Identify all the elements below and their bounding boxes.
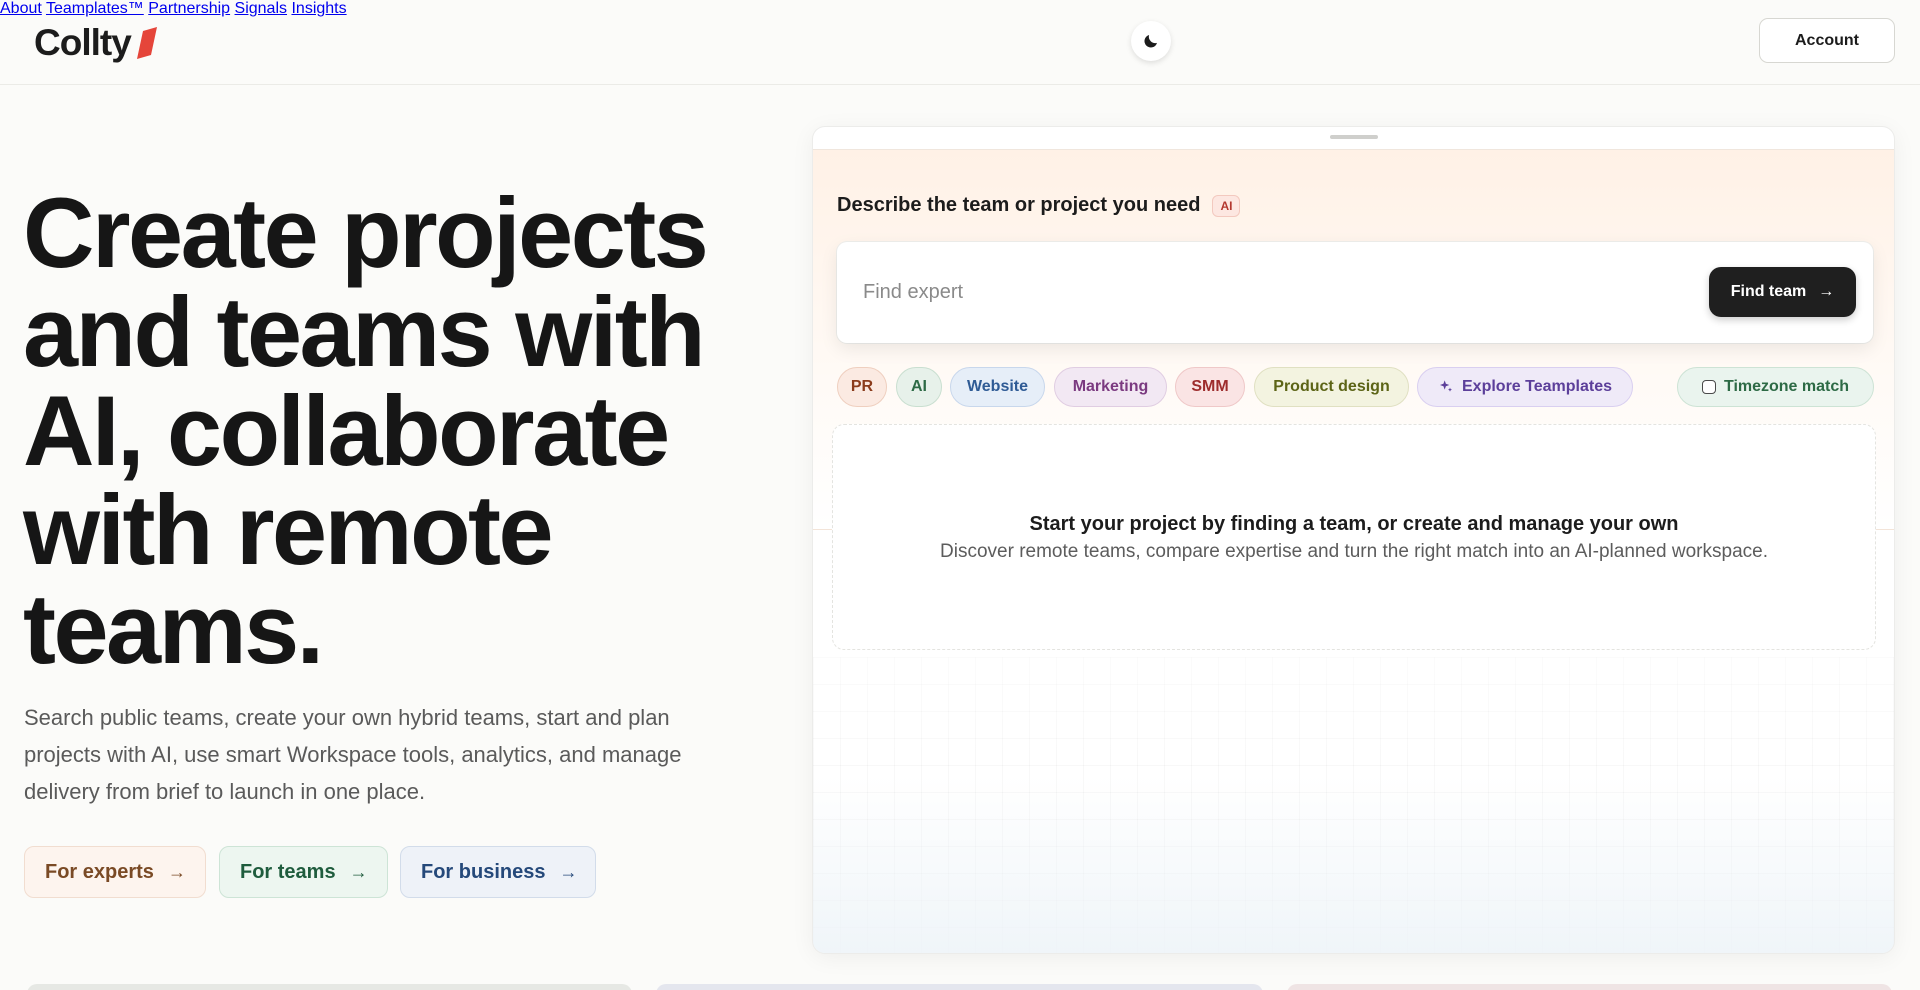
for-teams-label: For teams [240, 860, 336, 883]
chip-product-design[interactable]: Product design [1254, 367, 1409, 407]
chip-ai[interactable]: AI [896, 367, 942, 407]
timezone-checkbox[interactable] [1701, 380, 1716, 394]
chip-pr[interactable]: PR [837, 367, 887, 407]
empty-state-card: Start your project by finding a team, or… [832, 424, 1876, 650]
for-business-button[interactable]: For business → [400, 846, 596, 898]
hero-subtitle: Search public teams, create your own hyb… [24, 705, 682, 804]
theme-toggle-button[interactable] [1131, 21, 1171, 61]
for-teams-button[interactable]: For teams → [219, 846, 388, 898]
find-expert-input[interactable] [863, 272, 1643, 312]
chip-marketing[interactable]: Marketing [1054, 367, 1167, 407]
search-box: Find team → [837, 242, 1873, 343]
drag-handle[interactable] [1330, 135, 1378, 139]
find-team-button[interactable]: Find team → [1709, 267, 1856, 317]
logo[interactable]: Collty [34, 22, 157, 64]
empty-state-title: Start your project by finding a team, or… [1029, 513, 1679, 535]
nav-partnership[interactable]: Partnership [148, 0, 230, 17]
find-team-label: Find team [1730, 283, 1807, 300]
chip-smm[interactable]: SMM [1175, 367, 1245, 407]
team-search-panel: Describe the team or project you need AI… [813, 127, 1894, 953]
background-grid-fade [813, 657, 1894, 953]
nav-signals[interactable]: Signals [235, 0, 287, 17]
nav-about[interactable]: About [0, 0, 42, 17]
ai-badge: AI [1212, 194, 1241, 217]
chip-website[interactable]: Website [950, 367, 1045, 407]
hero-title: Create projects and teams with AI, colla… [23, 177, 709, 684]
nav-teamplates[interactable]: Teamplates™ [46, 0, 144, 17]
arrow-right-icon: → [559, 861, 578, 882]
site-header: Collty About Teamplates™ Partnership Sig… [0, 0, 1920, 85]
nav-insights[interactable]: Insights [291, 0, 346, 17]
arrow-right-icon: → [349, 861, 368, 882]
bottom-card-peek [656, 984, 1263, 990]
arrow-right-icon: → [167, 861, 186, 882]
moon-icon [1144, 35, 1157, 48]
timezone-match-label: Timezone match [1723, 378, 1850, 395]
bottom-card-peek [27, 984, 632, 990]
empty-state-description: Discover remote teams, compare expertise… [940, 541, 1768, 562]
sparkle-icon [1440, 380, 1452, 392]
for-experts-button[interactable]: For experts → [24, 846, 206, 898]
logo-text: Collty [34, 22, 132, 63]
timezone-match-toggle[interactable]: Timezone match [1677, 367, 1874, 407]
describe-text: Describe the team or project you need [837, 194, 1201, 216]
arrow-right-icon: → [1818, 283, 1835, 300]
bottom-card-peek [1287, 984, 1892, 990]
account-button[interactable]: Account [1759, 18, 1895, 63]
for-business-label: For business [421, 860, 546, 883]
logo-mark-icon [136, 27, 157, 59]
explore-teamplates-button[interactable]: Explore Teamplates [1417, 367, 1633, 407]
explore-teamplates-label: Explore Teamplates [1462, 378, 1612, 395]
for-experts-label: For experts [45, 860, 154, 883]
search-section-label: Describe the team or project you need AI [837, 194, 1241, 217]
